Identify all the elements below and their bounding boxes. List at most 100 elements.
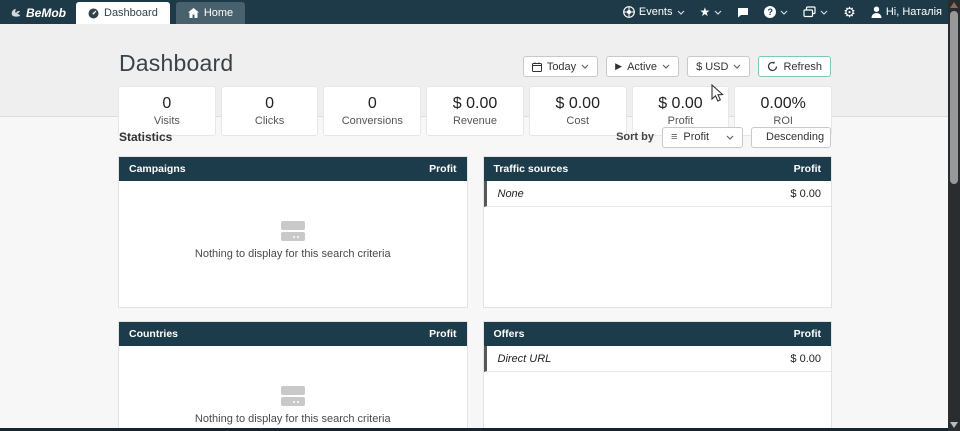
bemob-dashboard-screen: BeMob Dashboard Home [0, 0, 960, 431]
panel-metric: Profit [794, 163, 821, 175]
events-icon [623, 6, 635, 18]
database-icon [280, 386, 306, 407]
chevron-down-icon [780, 10, 788, 15]
help-menu[interactable]: ? [764, 6, 788, 18]
panel-title: Traffic sources [494, 163, 569, 175]
scrollbar-thumb[interactable] [950, 11, 958, 184]
panel-traffic-sources-header: Traffic sources Profit [484, 157, 832, 181]
sort-by-label: Sort by [616, 131, 654, 143]
stat-value: $ 0.00 [658, 95, 702, 113]
panel-metric: Profit [429, 328, 456, 340]
sort-controls: Sort by ≡ Profit Descending [616, 127, 831, 148]
table-row[interactable]: None $ 0.00 [484, 181, 832, 207]
panel-title: Campaigns [129, 163, 186, 175]
row-value: $ 0.00 [790, 188, 821, 200]
date-range-label: Today [547, 61, 576, 73]
panel-campaigns-header: Campaigns Profit [119, 157, 467, 181]
sort-field-select[interactable]: ≡ Profit [662, 127, 743, 148]
panel-metric: Profit [794, 328, 821, 340]
status-filter-label: Active [627, 61, 657, 73]
favorites-menu[interactable]: ★ [700, 6, 723, 18]
panel-offers-header: Offers Profit [484, 322, 832, 346]
panel-traffic-sources: Traffic sources Profit None $ 0.00 [484, 157, 832, 307]
tab-dashboard[interactable]: Dashboard [76, 2, 170, 24]
navbar-right: Events ★ ? [623, 0, 942, 24]
chat-icon [737, 7, 749, 18]
windows-icon [803, 6, 816, 18]
calendar-icon [532, 62, 542, 72]
currency-button[interactable]: $ USD [687, 56, 750, 77]
events-menu[interactable]: Events [623, 6, 685, 18]
hamburger-icon: ≡ [671, 132, 677, 143]
sort-direction-select[interactable]: Descending [751, 127, 831, 148]
statistics-panels: Campaigns Profit Nothing to display for … [119, 157, 831, 431]
panel-countries-header: Countries Profit [119, 322, 467, 346]
panel-countries-body: Nothing to display for this search crite… [119, 346, 467, 431]
events-label: Events [639, 6, 673, 18]
refresh-button[interactable]: Refresh [758, 56, 831, 77]
top-navbar: BeMob Dashboard Home [0, 0, 948, 24]
scroll-down-arrow-icon[interactable] [950, 422, 958, 428]
stat-value: 0 [162, 95, 171, 113]
scroll-up-arrow-icon[interactable] [950, 2, 958, 8]
toolbar: Today ▶ Active $ USD Refresh [523, 56, 831, 77]
panel-title: Countries [129, 328, 178, 340]
chat-button[interactable] [737, 7, 749, 18]
empty-state-text: Nothing to display for this search crite… [195, 413, 391, 425]
header-section: Dashboard Today ▶ Active $ USD [0, 24, 948, 117]
nav-tabs: Dashboard Home [76, 0, 245, 24]
bemob-logo-icon [9, 7, 22, 20]
stat-value: $ 0.00 [453, 95, 497, 113]
row-name: Direct URL [498, 353, 552, 365]
bemob-logo[interactable]: BeMob [0, 6, 76, 24]
gear-icon: ⚙ [843, 5, 856, 19]
settings-button[interactable]: ⚙ [843, 5, 856, 19]
stat-value: 0 [265, 95, 274, 113]
chevron-down-icon [662, 64, 670, 69]
stat-value: 0 [368, 95, 377, 113]
user-icon [871, 6, 882, 18]
row-value: $ 0.00 [790, 353, 821, 365]
chevron-down-icon [581, 64, 589, 69]
panel-countries: Countries Profit Nothing to display for … [119, 322, 467, 431]
empty-state-text: Nothing to display for this search crite… [195, 248, 391, 260]
tab-dashboard-label: Dashboard [104, 7, 158, 19]
refresh-icon [767, 61, 778, 72]
status-filter-button[interactable]: ▶ Active [606, 56, 679, 77]
panel-offers: Offers Profit Direct URL $ 0.00 [484, 322, 832, 431]
page-title: Dashboard [119, 50, 233, 77]
user-label: Hi, Наталія [886, 6, 942, 18]
row-name: None [498, 188, 524, 200]
user-menu[interactable]: Hi, Наталія [871, 6, 942, 18]
chevron-down-icon [677, 10, 685, 15]
home-icon [188, 8, 199, 18]
panel-campaigns: Campaigns Profit Nothing to display for … [119, 157, 467, 307]
gauge-icon [88, 8, 99, 19]
panel-traffic-sources-body: None $ 0.00 [484, 181, 832, 307]
panel-metric: Profit [429, 163, 456, 175]
statistics-header: Statistics Sort by ≡ Profit Descending [119, 126, 831, 148]
play-icon: ▶ [615, 62, 622, 71]
empty-state: Nothing to display for this search crite… [119, 346, 467, 425]
tab-home-label: Home [204, 7, 233, 19]
star-icon: ★ [700, 6, 711, 18]
sort-direction-value: Descending [766, 131, 824, 143]
chevron-down-icon [733, 64, 741, 69]
stat-value: $ 0.00 [555, 95, 599, 113]
chevron-down-icon [714, 10, 722, 15]
panel-campaigns-body: Nothing to display for this search crite… [119, 181, 467, 307]
database-icon [280, 221, 306, 242]
stat-value: 0.00% [760, 95, 805, 113]
tab-home[interactable]: Home [176, 2, 245, 24]
empty-state: Nothing to display for this search crite… [119, 181, 467, 260]
chevron-down-icon [726, 135, 734, 140]
currency-label: $ USD [696, 61, 728, 73]
panel-title: Offers [494, 328, 525, 340]
sort-field-value: Profit [683, 131, 709, 143]
workspaces-menu[interactable] [803, 6, 828, 18]
date-range-button[interactable]: Today [523, 56, 598, 77]
statistics-title: Statistics [119, 130, 172, 144]
chevron-down-icon [820, 10, 828, 15]
vertical-scrollbar[interactable] [948, 0, 960, 431]
table-row[interactable]: Direct URL $ 0.00 [484, 346, 832, 372]
